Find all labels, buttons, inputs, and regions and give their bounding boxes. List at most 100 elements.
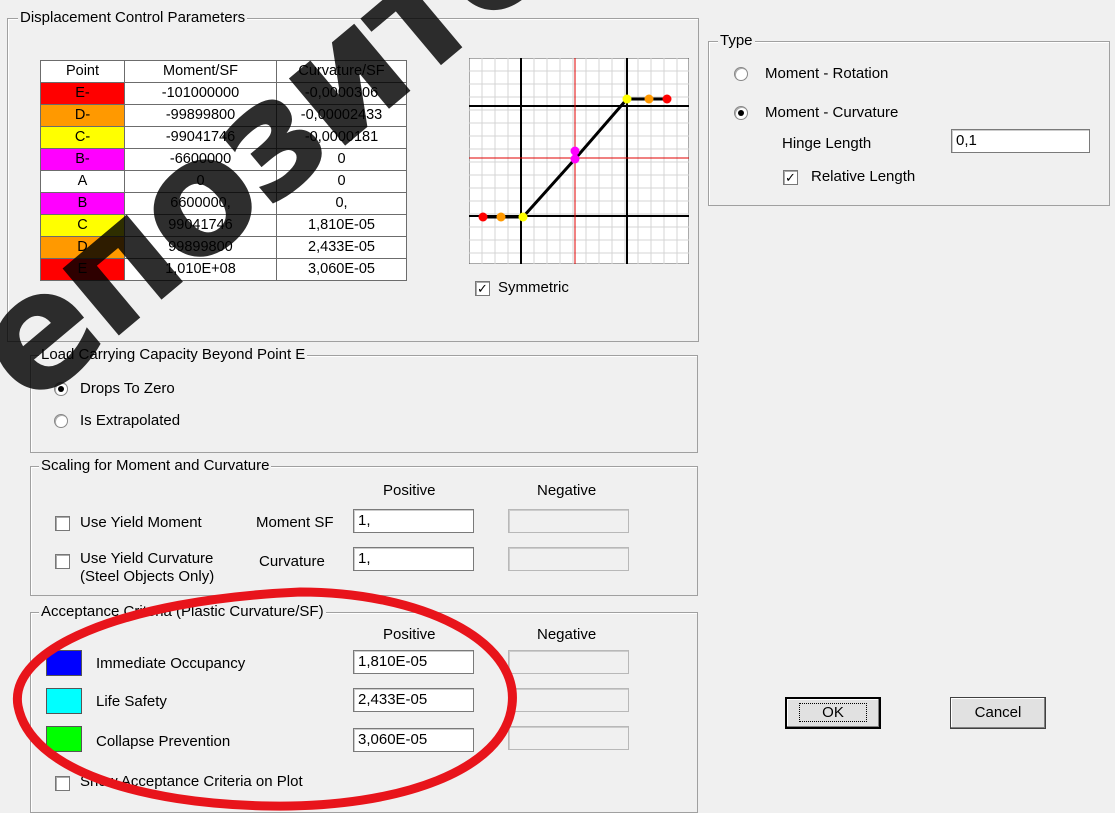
ok-button-label: OK [799, 703, 867, 722]
table-row[interactable]: B 6600000, 0, [40, 192, 407, 215]
moment-sf-negative-input [508, 509, 629, 533]
immediate-occupancy-negative-input [508, 650, 629, 674]
moment-cell[interactable]: -99041746 [124, 126, 277, 149]
moment-rotation-label: Moment - Rotation [765, 65, 889, 82]
curvature-scale-positive-input[interactable]: 1, [353, 547, 474, 571]
header-point: Point [40, 60, 125, 83]
table-row[interactable]: C 99041746 1,810E-05 [40, 214, 407, 237]
plot-point-C [622, 94, 632, 104]
is-extrapolated-label: Is Extrapolated [80, 412, 181, 429]
moment-cell[interactable]: 1,010E+08 [124, 258, 277, 281]
use-yield-moment-label: Use Yield Moment [80, 514, 202, 531]
cancel-button[interactable]: Cancel [950, 697, 1046, 729]
acceptance-title: Acceptance Criteria (Plastic Curvature/S… [39, 603, 326, 620]
moment-curvature-radio[interactable] [734, 106, 748, 120]
load-capacity-title: Load Carrying Capacity Beyond Point E [39, 346, 308, 363]
point-cell[interactable]: E- [40, 82, 125, 105]
moment-curvature-plot [469, 58, 689, 264]
show-acceptance-on-plot-checkbox[interactable] [55, 776, 70, 791]
ok-button[interactable]: OK [785, 697, 881, 729]
symmetric-label: Symmetric [498, 279, 569, 296]
collapse-prevention-label: Collapse Prevention [96, 733, 231, 750]
moment-cell[interactable]: -6600000 [124, 148, 277, 171]
curvature-cell[interactable]: 0, [276, 192, 407, 215]
table-row[interactable]: C- -99041746 -0,0000181 [40, 126, 407, 149]
hinge-length-label: Hinge Length [782, 135, 872, 152]
drops-to-zero-label: Drops To Zero [80, 380, 175, 397]
immediate-occupancy-positive-input[interactable]: 1,810E-05 [353, 650, 474, 674]
moment-cell[interactable]: -99899800 [124, 104, 277, 127]
plot-point-E [662, 94, 672, 104]
moment-cell[interactable]: -101000000 [124, 82, 277, 105]
point-cell[interactable]: A [40, 170, 125, 193]
hinge-length-input[interactable]: 0,1 [951, 129, 1090, 153]
use-yield-moment-checkbox[interactable] [55, 516, 70, 531]
point-cell[interactable]: B [40, 192, 125, 215]
moment-sf-label: Moment SF [256, 514, 334, 531]
curvature-cell[interactable]: 3,060E-05 [276, 258, 407, 281]
point-cell[interactable]: D [40, 236, 125, 259]
use-yield-curvature-checkbox[interactable] [55, 554, 70, 569]
life-safety-label: Life Safety [96, 693, 167, 710]
life-safety-negative-input [508, 688, 629, 712]
scaling-negative-header: Negative [537, 482, 597, 499]
is-extrapolated-radio[interactable] [54, 414, 68, 428]
points-table[interactable]: Point Moment/SF Curvature/SF E- -10100000… [40, 60, 407, 281]
table-row[interactable]: E 1,010E+08 3,060E-05 [40, 258, 407, 281]
use-yield-curvature-label: Use Yield Curvature [80, 550, 214, 567]
moment-curvature-label: Moment - Curvature [765, 104, 899, 121]
curvature-cell[interactable]: -0,0000181 [276, 126, 407, 149]
drops-to-zero-radio[interactable] [54, 382, 68, 396]
table-row[interactable]: A00 [40, 170, 407, 193]
point-cell[interactable]: B- [40, 148, 125, 171]
immediate-occupancy-color-swatch[interactable] [46, 650, 82, 676]
curvature-cell[interactable]: -0,00002433 [276, 104, 407, 127]
plot-point-Bneg [570, 154, 580, 164]
point-cell[interactable]: C- [40, 126, 125, 149]
plot-point-D [644, 94, 654, 104]
curvature-cell[interactable]: 1,810E-05 [276, 214, 407, 237]
acceptance-positive-header: Positive [383, 626, 436, 643]
acceptance-negative-header: Negative [537, 626, 597, 643]
table-header-row: Point Moment/SF Curvature/SF [40, 60, 407, 83]
relative-length-checkbox[interactable]: ✓ [783, 170, 798, 185]
table-row[interactable]: E- -101000000 -0,0000306 [40, 82, 407, 105]
moment-rotation-radio[interactable] [734, 67, 748, 81]
plot-point-B [570, 146, 580, 156]
header-curvature: Curvature/SF [276, 60, 407, 83]
plot-point-Dneg [496, 212, 506, 222]
table-row[interactable]: B- -6600000 0 [40, 148, 407, 171]
curvature-cell[interactable]: 0 [276, 170, 407, 193]
collapse-prevention-positive-input[interactable]: 3,060E-05 [353, 728, 474, 752]
show-acceptance-on-plot-label: Show Acceptance Criteria on Plot [80, 773, 303, 790]
collapse-prevention-negative-input [508, 726, 629, 750]
plot-point-Eneg [478, 212, 488, 222]
moment-sf-positive-input[interactable]: 1, [353, 509, 474, 533]
table-row[interactable]: D- -99899800 -0,00002433 [40, 104, 407, 127]
symmetric-checkbox[interactable]: ✓ [475, 281, 490, 296]
moment-cell[interactable]: 6600000, [124, 192, 277, 215]
header-moment: Moment/SF [124, 60, 277, 83]
type-title: Type [718, 32, 755, 49]
point-cell[interactable]: E [40, 258, 125, 281]
load-capacity-group [30, 355, 698, 453]
curvature-cell[interactable]: 2,433E-05 [276, 236, 407, 259]
moment-cell[interactable]: 99899800 [124, 236, 277, 259]
collapse-prevention-color-swatch[interactable] [46, 726, 82, 752]
moment-cell[interactable]: 0 [124, 170, 277, 193]
point-cell[interactable]: D- [40, 104, 125, 127]
moment-cell[interactable]: 99041746 [124, 214, 277, 237]
life-safety-color-swatch[interactable] [46, 688, 82, 714]
displacement-control-title: Displacement Control Parameters [18, 9, 248, 26]
plot-point-Cneg [518, 212, 528, 222]
table-row[interactable]: D 99899800 2,433E-05 [40, 236, 407, 259]
curvature-scale-label: Curvature [259, 553, 325, 570]
curvature-scale-negative-input [508, 547, 629, 571]
steel-objects-only-note: (Steel Objects Only) [80, 568, 215, 585]
scaling-positive-header: Positive [383, 482, 436, 499]
point-cell[interactable]: C [40, 214, 125, 237]
curvature-cell[interactable]: 0 [276, 148, 407, 171]
curvature-cell[interactable]: -0,0000306 [276, 82, 407, 105]
relative-length-label: Relative Length [811, 168, 916, 185]
life-safety-positive-input[interactable]: 2,433E-05 [353, 688, 474, 712]
